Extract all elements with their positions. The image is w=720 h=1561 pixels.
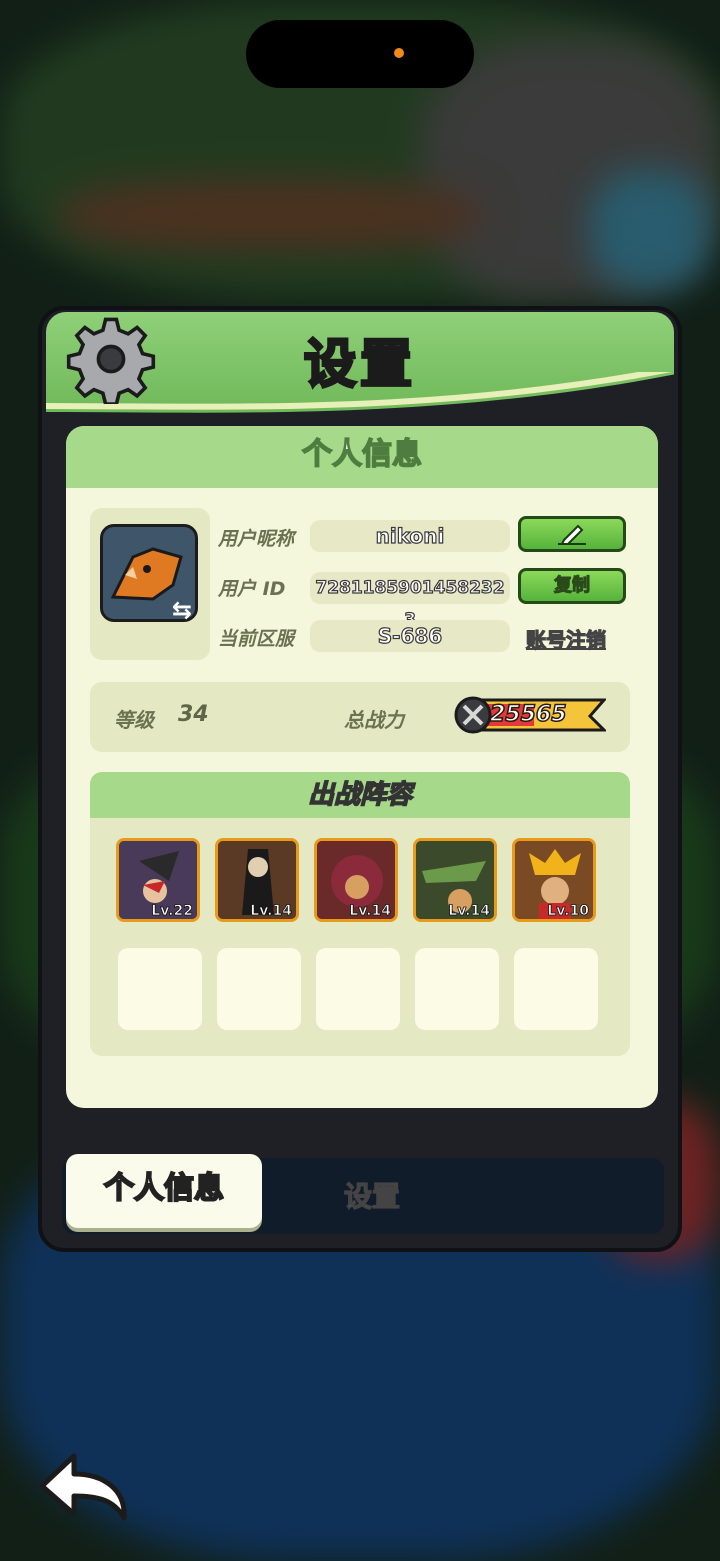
- camera-notch: [246, 20, 474, 88]
- nickname-field: nikoni: [310, 520, 510, 552]
- panel-title: 设置: [302, 334, 416, 397]
- tab-settings[interactable]: 设置: [302, 1164, 442, 1230]
- tab-bar: 个人信息 设置: [62, 1154, 664, 1234]
- profile-card: 个人信息 ⇆ 用户昵称 nikoni 用户 ID 728118590145823…: [66, 426, 658, 1108]
- tab-profile[interactable]: 个人信息: [66, 1154, 262, 1228]
- nickname-label: 用户昵称: [218, 528, 295, 550]
- back-arrow-icon[interactable]: [34, 1446, 134, 1526]
- lineup-title: 出战阵容: [90, 772, 630, 818]
- hero-slot-3[interactable]: Lv.14: [314, 838, 398, 922]
- edit-nickname-button[interactable]: [518, 516, 626, 552]
- level-label: 等级: [114, 708, 154, 732]
- avatar-container[interactable]: ⇆: [90, 508, 210, 660]
- panel-header: 设置: [46, 312, 674, 414]
- hero-slot-5[interactable]: Lv.10: [512, 838, 596, 922]
- server-field: S-686: [310, 620, 510, 652]
- hero-level: Lv.22: [151, 903, 194, 919]
- settings-panel: 设置 个人信息 ⇆ 用户昵称 nikoni 用户 ID 728118590145…: [38, 306, 682, 1252]
- hero-slot-2[interactable]: Lv.14: [215, 838, 299, 922]
- edit-pencil-icon: [558, 524, 586, 545]
- power-label: 总战力: [344, 708, 404, 732]
- hero-level: Lv.10: [547, 903, 590, 919]
- stats-bar: 等级 34 总战力 25565: [90, 682, 630, 752]
- delete-account-link[interactable]: 账号注销: [525, 624, 606, 653]
- swap-arrows-icon[interactable]: ⇆: [172, 596, 192, 624]
- server-label: 当前区服: [218, 628, 295, 650]
- section-title: 个人信息: [66, 426, 658, 488]
- empty-slot-5[interactable]: [514, 948, 598, 1030]
- hero-level: Lv.14: [448, 903, 491, 919]
- empty-slot-1[interactable]: [118, 948, 202, 1030]
- copy-id-button[interactable]: 复制: [518, 568, 626, 604]
- user-id-field: 7281185901458232 3: [310, 572, 510, 631]
- lineup-section: 出战阵容 Lv.22 Lv.14 Lv.14 Lv.14 Lv.10: [90, 772, 630, 1056]
- empty-slot-4[interactable]: [415, 948, 499, 1030]
- empty-slot-2[interactable]: [217, 948, 301, 1030]
- power-value: 25565: [489, 701, 567, 728]
- hero-level: Lv.14: [349, 903, 392, 919]
- hero-slot-4[interactable]: Lv.14: [413, 838, 497, 922]
- hero-level: Lv.14: [250, 903, 293, 919]
- level-value: 34: [178, 702, 209, 727]
- empty-slot-3[interactable]: [316, 948, 400, 1030]
- user-id-label: 用户 ID: [218, 578, 286, 600]
- hero-slot-1[interactable]: Lv.22: [116, 838, 200, 922]
